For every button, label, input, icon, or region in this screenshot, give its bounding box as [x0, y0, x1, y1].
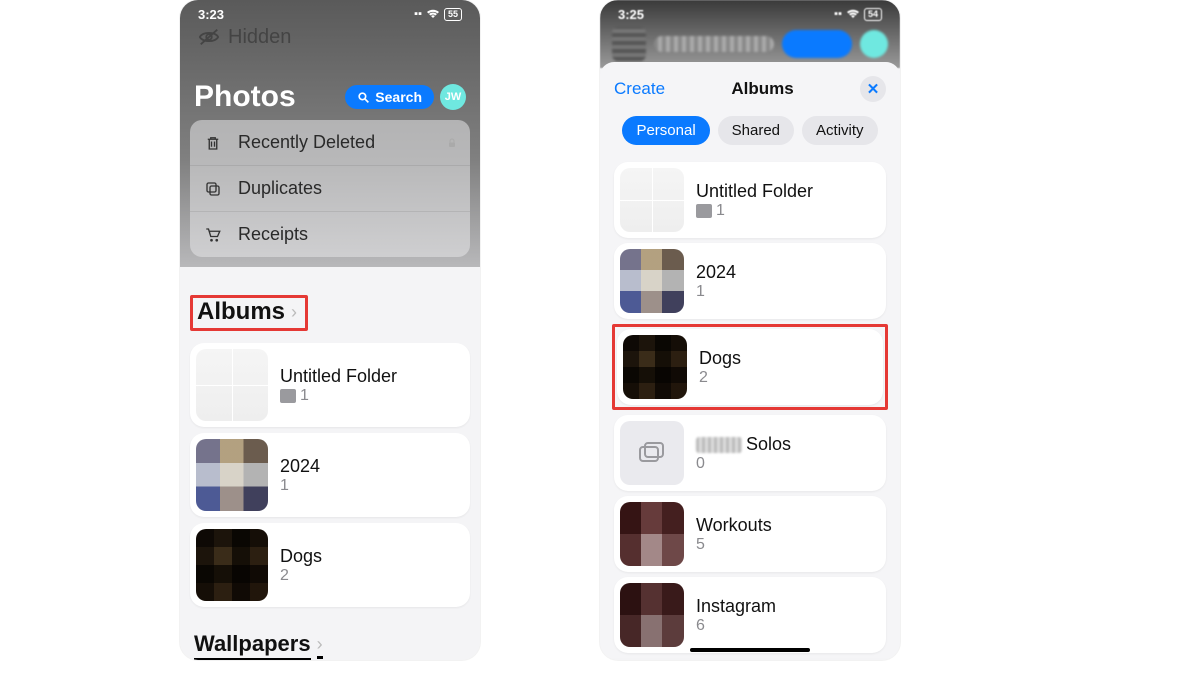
album-name: Untitled Folder [696, 181, 813, 202]
album-thumbnail [620, 583, 684, 647]
shared-album-icon [638, 442, 666, 464]
row-label: Recently Deleted [238, 132, 375, 153]
receipts-row[interactable]: Receipts [190, 212, 470, 257]
album-untitled-folder[interactable]: Untitled Folder 1 [190, 343, 470, 427]
duplicates-row[interactable]: Duplicates [190, 166, 470, 212]
albums-list: Untitled Folder 1 2024 1 Dogs 2 [600, 162, 900, 653]
album-name: Dogs [280, 546, 322, 567]
album-name: Instagram [696, 596, 776, 617]
status-icons: ▪▪ 55 [414, 8, 462, 21]
avatar[interactable]: JW [440, 84, 466, 110]
album-count: 1 [300, 387, 309, 405]
phone-left: 3:23 ▪▪ 55 Hidden Photos [180, 0, 480, 660]
segment-personal[interactable]: Personal [622, 116, 709, 145]
segment-shared[interactable]: Shared [718, 116, 794, 145]
sheet-title: Albums [731, 79, 793, 99]
album-2024[interactable]: 2024 1 [190, 433, 470, 517]
recently-deleted-row[interactable]: Recently Deleted [190, 120, 470, 166]
album-count: 2 [699, 369, 741, 387]
album-thumbnail [196, 439, 268, 511]
page-title: Photos [194, 80, 296, 114]
album-workouts[interactable]: Workouts 5 [614, 496, 886, 572]
duplicate-icon [202, 180, 224, 198]
folder-icon [696, 204, 712, 218]
albums-section-header[interactable]: Albums › [197, 298, 297, 326]
album-untitled-folder[interactable]: Untitled Folder 1 [614, 162, 886, 238]
status-bar: 3:25 ▪▪ 54 [600, 0, 900, 26]
album-name: 2024 [280, 456, 320, 477]
home-indicator[interactable] [690, 648, 810, 652]
album-thumbnail [620, 421, 684, 485]
wallpapers-label: Wallpapers [194, 631, 311, 660]
album-count: 0 [696, 455, 791, 473]
create-button[interactable]: Create [614, 79, 665, 99]
battery-icon: 54 [864, 8, 882, 21]
utilities-list: Recently Deleted Duplicates Receipts [190, 120, 470, 257]
album-thumbnail [623, 335, 687, 399]
segmented-control: Personal Shared Activity [600, 112, 900, 157]
album-name: Solos [746, 434, 791, 454]
hidden-icon [198, 26, 220, 48]
status-time: 3:23 [198, 7, 224, 22]
segment-activity[interactable]: Activity [802, 116, 878, 145]
album-solos[interactable]: Solos 0 [614, 415, 886, 491]
signal-icon: ▪▪ [834, 8, 842, 20]
albums-header-label: Albums [197, 298, 285, 326]
status-bar: 3:23 ▪▪ 55 [180, 0, 480, 26]
album-dogs[interactable]: Dogs 2 [617, 329, 883, 405]
album-count: 2 [280, 567, 322, 585]
albums-sheet: Create Albums ✕ Personal Shared Activity… [600, 62, 900, 658]
wifi-icon [426, 9, 440, 19]
search-icon [357, 91, 370, 104]
signal-icon: ▪▪ [414, 8, 422, 20]
album-name: Workouts [696, 515, 772, 536]
background-blur: 3:25 ▪▪ 54 [600, 0, 900, 68]
album-thumbnail [620, 168, 684, 232]
album-dogs[interactable]: Dogs 2 [190, 523, 470, 607]
album-count: 5 [696, 536, 772, 554]
close-icon: ✕ [867, 80, 880, 98]
album-count: 1 [716, 202, 725, 220]
status-icons: ▪▪ 54 [834, 8, 882, 21]
trash-icon [202, 133, 224, 153]
cart-icon [202, 226, 224, 244]
album-thumbnail [620, 502, 684, 566]
album-dogs-highlight: Dogs 2 [612, 324, 888, 410]
chevron-right-icon: › [291, 302, 297, 323]
search-label: Search [375, 89, 422, 105]
row-label: Duplicates [238, 178, 322, 199]
wallpapers-section-header[interactable]: Wallpapers › [180, 613, 480, 660]
phone-right: 3:25 ▪▪ 54 Create Albums ✕ Personal Shar… [600, 0, 900, 660]
album-thumbnail [196, 349, 268, 421]
album-instagram[interactable]: Instagram 6 [614, 577, 886, 653]
album-name: Untitled Folder [280, 366, 397, 387]
photos-app-header: 3:23 ▪▪ 55 Hidden Photos [180, 0, 480, 267]
album-thumbnail [620, 249, 684, 313]
folder-icon [280, 389, 296, 403]
album-name: 2024 [696, 262, 736, 283]
status-time: 3:25 [618, 7, 644, 22]
close-button[interactable]: ✕ [860, 76, 886, 102]
album-count: 1 [280, 477, 320, 495]
album-2024[interactable]: 2024 1 [614, 243, 886, 319]
wifi-icon [846, 9, 860, 19]
albums-header-highlight: Albums › [190, 295, 308, 331]
chevron-right-icon: › [317, 634, 323, 659]
blurred-text [696, 437, 742, 453]
search-button[interactable]: Search [345, 85, 434, 109]
album-count: 6 [696, 617, 776, 635]
lock-icon [446, 136, 458, 150]
row-label: Receipts [238, 224, 308, 245]
album-name: Dogs [699, 348, 741, 369]
album-thumbnail [196, 529, 268, 601]
album-count: 1 [696, 283, 736, 301]
battery-icon: 55 [444, 8, 462, 21]
hidden-label[interactable]: Hidden [228, 26, 291, 48]
